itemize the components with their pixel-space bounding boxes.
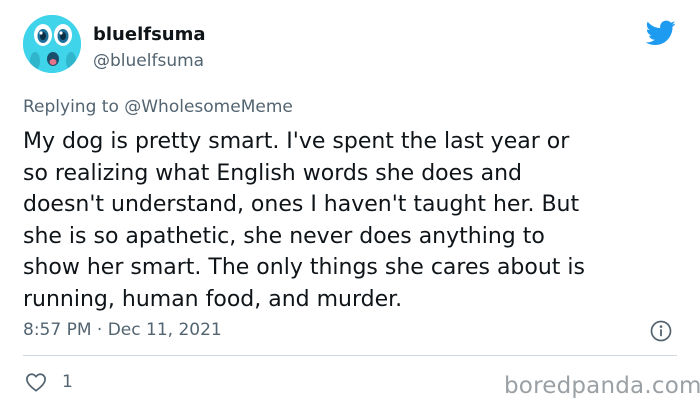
tweet-line: show her smart. The only things she care… [23, 255, 585, 280]
reply-mention-link[interactable]: @WholesomeMeme [124, 97, 293, 117]
tweet-timestamp[interactable]: 8:57 PM · Dec 11, 2021 [23, 318, 222, 342]
tweet-line: My dog is pretty smart. I've spent the l… [23, 129, 570, 154]
heart-icon[interactable] [25, 372, 47, 392]
user-handle[interactable]: @bluelfsuma [93, 50, 204, 72]
tweet-line: she is so apathetic, she never does anyt… [23, 223, 545, 249]
tweet-body: My dog is pretty smart. I've spent the l… [23, 126, 683, 315]
tweet-line: running, human food, and murder. [23, 286, 403, 312]
divider [23, 355, 677, 356]
tweet-card: bluelfsuma @bluelfsuma Replying to @Whol… [0, 0, 700, 410]
avatar-face-icon [23, 15, 81, 73]
replying-prefix: Replying to [23, 97, 119, 117]
twitter-bird-icon[interactable] [645, 20, 676, 46]
info-icon[interactable] [650, 320, 672, 342]
tweet-line: so realizing what English words she does… [23, 160, 523, 186]
replying-to: Replying to @WholesomeMeme [23, 95, 293, 119]
like-count: 1 [62, 372, 73, 392]
avatar[interactable] [23, 15, 81, 73]
tweet-line: doesn't understand, ones I haven't taugh… [23, 192, 580, 217]
watermark: boredpanda.com [504, 373, 700, 399]
display-name[interactable]: bluelfsuma [93, 24, 206, 46]
